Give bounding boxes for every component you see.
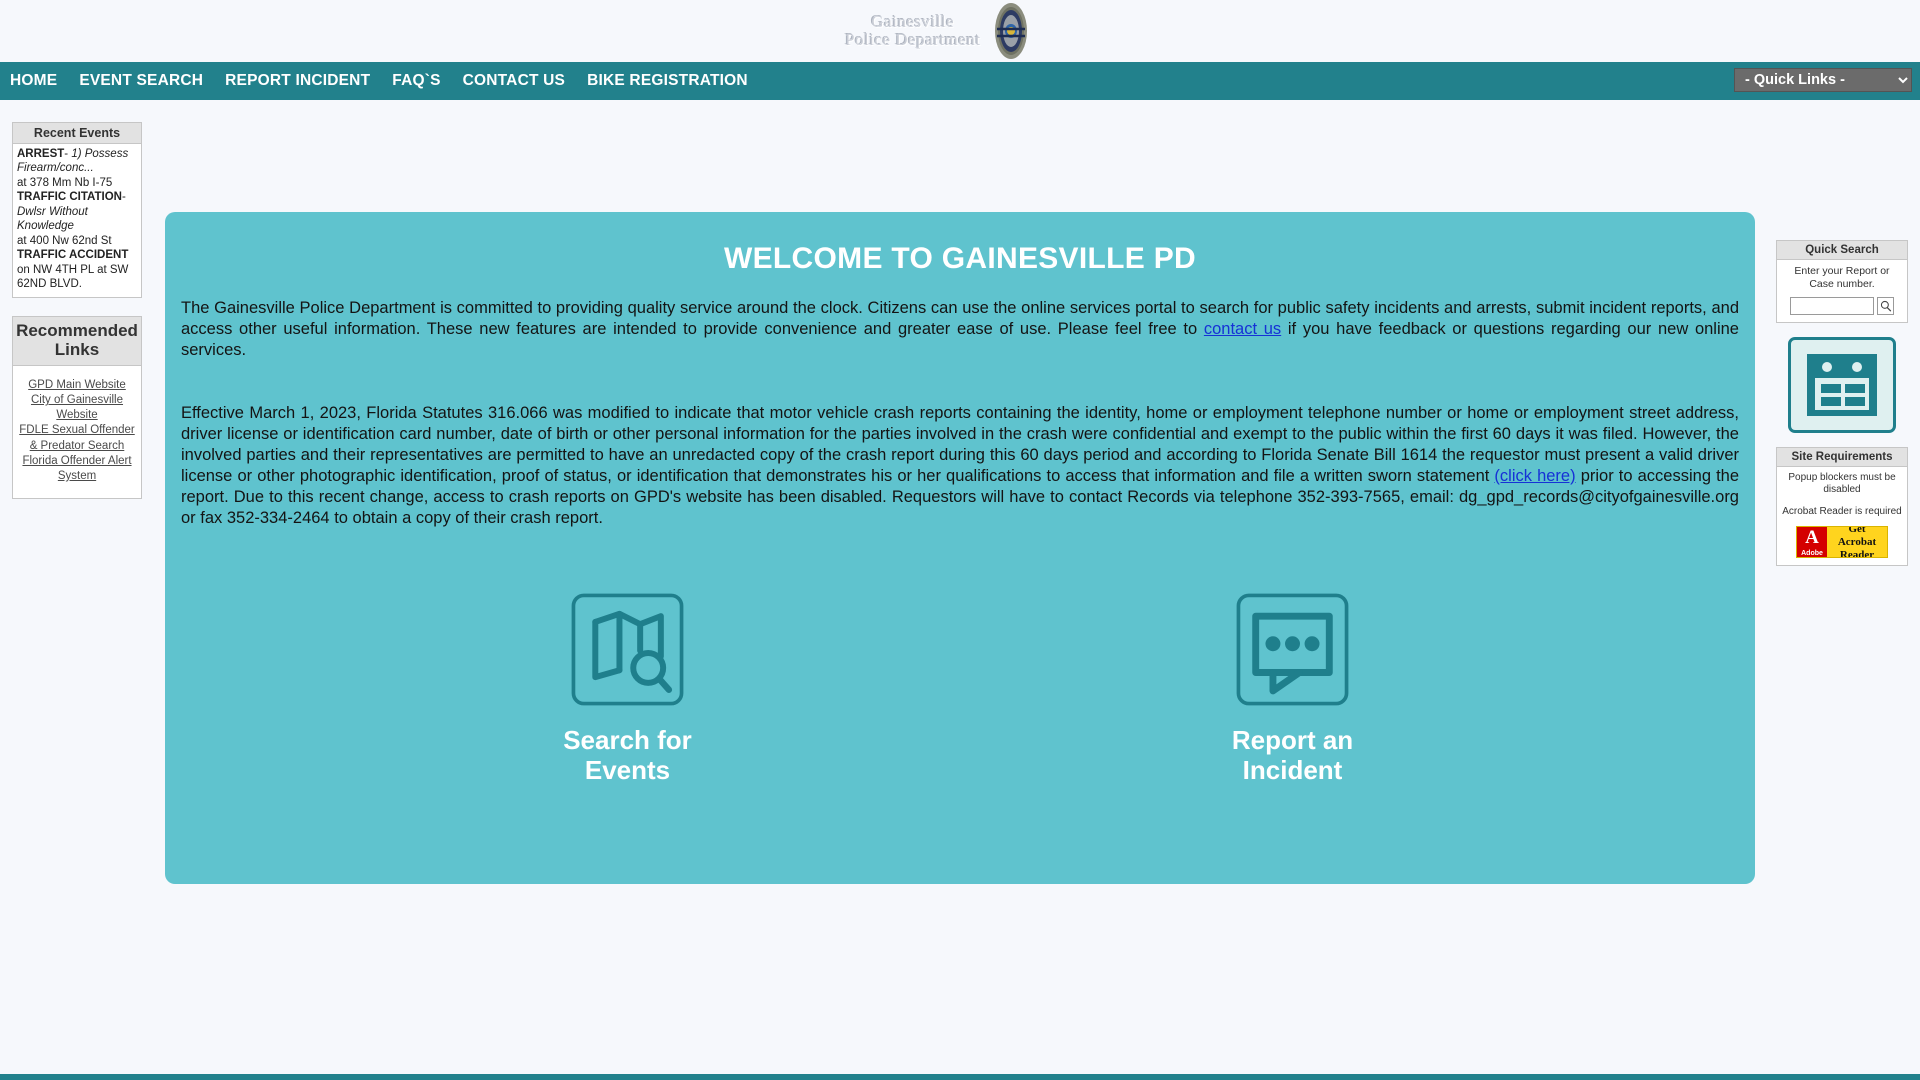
event-type: ARREST <box>17 148 65 160</box>
event-sep: - <box>121 191 126 204</box>
nav-item-faqs[interactable]: FAQ`S <box>381 72 451 90</box>
page-title: WELCOME TO GAINESVILLE PD <box>724 242 1196 275</box>
site-requirements-title: Site Requirements <box>1776 447 1908 468</box>
calendar-card[interactable] <box>1788 337 1896 434</box>
event-location: on NW 4TH PL at SW 62ND BLVD. <box>17 263 129 291</box>
link-florida-offender-alert[interactable]: Florida Offender Alert System <box>15 454 139 484</box>
calendar-card-panel[interactable] <box>1776 337 1908 434</box>
recommended-links-title: Recommended Links <box>12 315 142 366</box>
acrobat-reader-note: Acrobat Reader is required <box>1782 506 1902 518</box>
magnifier-icon <box>1880 301 1891 312</box>
recommended-links-list: GPD Main Website City of Gainesville Web… <box>12 365 142 500</box>
quick-search-input[interactable] <box>1790 297 1874 316</box>
nav-item-report-incident[interactable]: REPORT INCIDENT <box>214 72 381 90</box>
list-item[interactable]: TRAFFIC CITATION- Dwlsr Without Knowledge… <box>17 190 137 248</box>
right-sidebar: Quick Search Enter your Report or Case n… <box>1776 240 1908 580</box>
list-item[interactable]: ARREST- 1) Possess Firearm/conc... at 37… <box>17 147 137 190</box>
main-navigation: HOME EVENT SEARCH REPORT INCIDENT FAQ`S … <box>0 62 1920 100</box>
masthead: Gainesville Police Department <box>0 0 1920 62</box>
popup-blocker-note: Popup blockers must be disabled <box>1788 472 1896 496</box>
quick-links-dropdown[interactable]: - Quick Links - <box>1734 68 1912 92</box>
page-body: Recent Events ARREST- 1) Possess Firearm… <box>0 100 1920 1080</box>
event-location: at 400 Nw 62nd St <box>17 234 112 247</box>
acrobat-badge-line1: Get Acrobat <box>1837 526 1877 548</box>
speech-bubble-icon <box>1236 593 1349 706</box>
contact-us-link[interactable]: contact us <box>1204 320 1281 338</box>
acrobat-badge-line2: Reader <box>1839 548 1875 559</box>
quick-search-hint: Enter your Report or Case number. <box>1794 265 1890 290</box>
report-an-incident-tile[interactable]: Report an Incident <box>1143 592 1443 786</box>
logo-line-1: Gainesville <box>871 12 955 32</box>
nav-item-event-search[interactable]: EVENT SEARCH <box>68 72 214 90</box>
site-requirements-body: Popup blockers must be disabled Acrobat … <box>1776 467 1908 567</box>
site-requirements-panel: Site Requirements Popup blockers must be… <box>1776 447 1908 567</box>
link-city-of-gainesville[interactable]: City of Gainesville Website <box>15 393 139 423</box>
nav-item-bike-registration[interactable]: BIKE REGISTRATION <box>576 72 759 90</box>
site-logo[interactable]: Gainesville Police Department <box>845 2 1035 60</box>
quick-search-title: Quick Search <box>1776 240 1908 260</box>
footer: powered by Superion 's P2C engine <box>0 1074 1920 1080</box>
quick-search-row <box>1781 297 1903 316</box>
quick-search-button[interactable] <box>1877 297 1894 316</box>
recent-events-title: Recent Events <box>12 122 142 144</box>
recommended-links-panel: Recommended Links GPD Main Website City … <box>12 315 142 500</box>
police-badge-icon <box>994 3 1027 59</box>
quick-search-body: Enter your Report or Case number. <box>1776 260 1908 324</box>
event-type: TRAFFIC CITATION <box>17 191 122 204</box>
event-location: at 378 Mm Nb I-75 <box>17 176 113 189</box>
event-description: Dwlsr Without Knowledge <box>17 205 88 233</box>
logo-line-2: Police Department <box>845 30 981 49</box>
action-tiles: Search for Events Report an Incident <box>165 592 1755 786</box>
event-type: TRAFFIC ACCIDENT <box>17 249 129 262</box>
acrobat-badge-text: Get Acrobat Reader <box>1827 526 1887 559</box>
recent-events-list: ARREST- 1) Possess Firearm/conc... at 37… <box>12 144 142 298</box>
quick-search-panel: Quick Search Enter your Report or Case n… <box>1776 240 1908 324</box>
nav-item-contact-us[interactable]: CONTACT US <box>452 72 576 90</box>
nav-item-home[interactable]: HOME <box>0 72 68 90</box>
list-item[interactable]: TRAFFIC ACCIDENT on NW 4TH PL at SW 62ND… <box>17 248 137 291</box>
logo-wordmark: Gainesville Police Department <box>845 13 981 49</box>
map-search-icon <box>571 593 684 706</box>
statute-paragraph: Effective March 1, 2023, Florida Statute… <box>165 403 1755 529</box>
intro-paragraph: The Gainesville Police Department is com… <box>165 298 1755 361</box>
calendar-icon <box>1807 354 1877 417</box>
click-here-link[interactable]: (click here) <box>1494 467 1575 485</box>
link-fdle-offender-search[interactable]: FDLE Sexual Offender & Predator Search <box>15 423 139 453</box>
left-sidebar: Recent Events ARREST- 1) Possess Firearm… <box>12 122 142 517</box>
main-content-panel: WELCOME TO GAINESVILLE PD The Gainesvill… <box>165 212 1755 884</box>
report-an-incident-label: Report an Incident <box>1231 725 1354 786</box>
adobe-brand-label: Adobe <box>1801 550 1823 558</box>
get-acrobat-reader-badge[interactable]: A Adobe Get Acrobat Reader <box>1796 526 1888 559</box>
adobe-logo-icon: A Adobe <box>1797 527 1827 558</box>
search-for-events-tile[interactable]: Search for Events <box>478 592 778 786</box>
recent-events-panel: Recent Events ARREST- 1) Possess Firearm… <box>12 122 142 298</box>
search-for-events-label: Search for Events <box>563 725 692 786</box>
link-gpd-main-website[interactable]: GPD Main Website <box>15 378 139 393</box>
